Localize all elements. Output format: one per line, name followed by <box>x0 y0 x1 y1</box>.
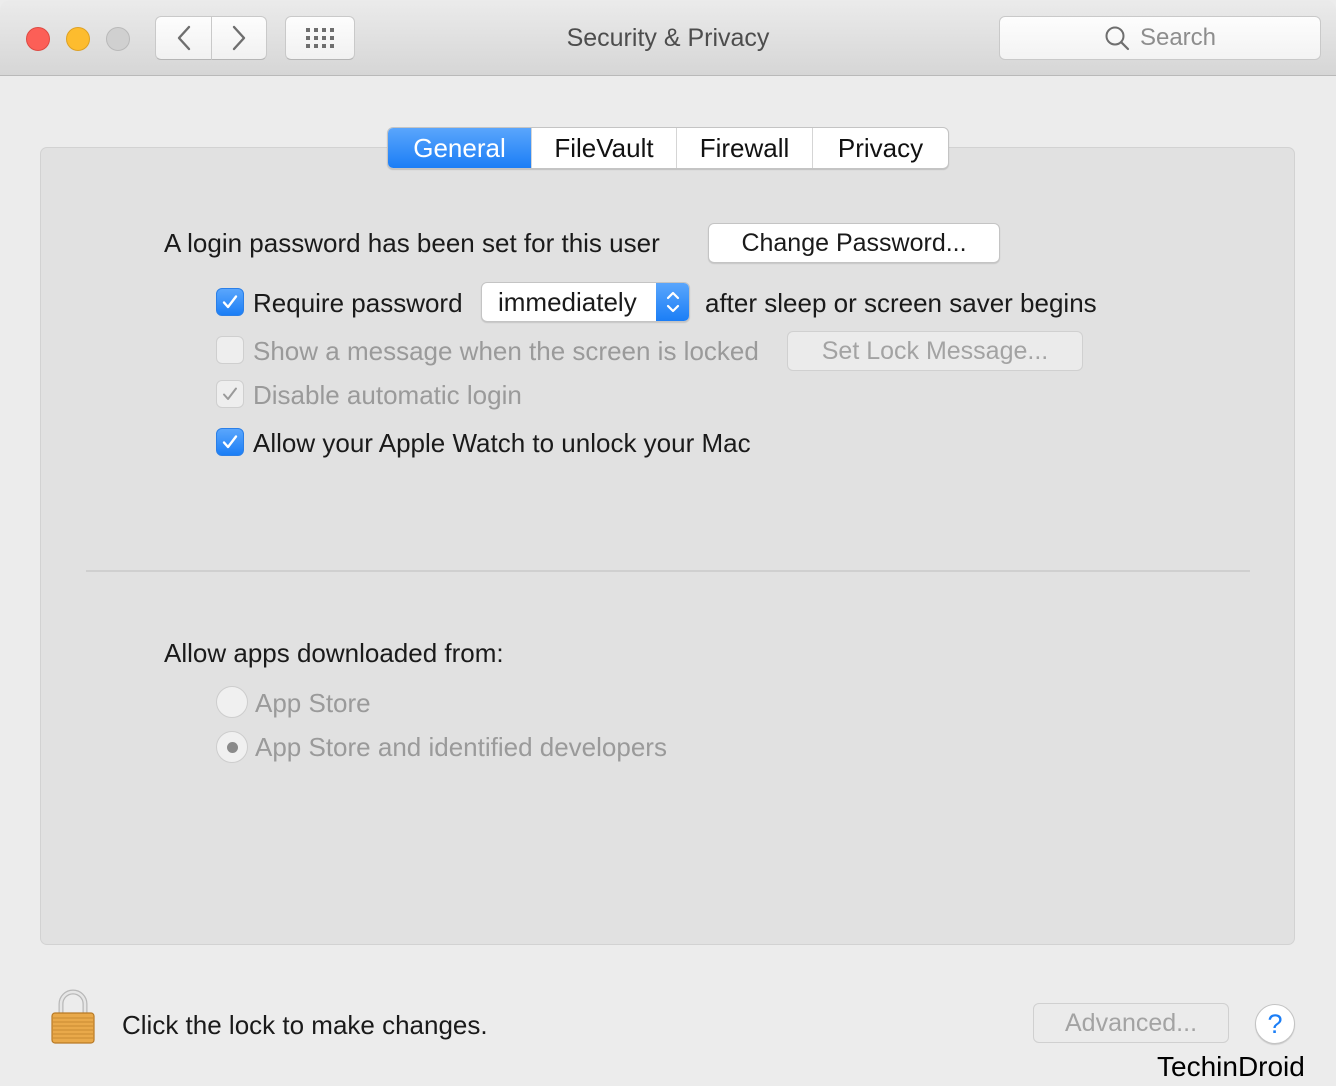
section-divider <box>86 570 1250 572</box>
require-password-label: Require password <box>253 288 463 318</box>
require-password-suffix: after sleep or screen saver begins <box>705 288 1097 318</box>
change-password-button[interactable]: Change Password... <box>708 223 1000 263</box>
lock-status-text: Click the lock to make changes. <box>122 1010 488 1040</box>
show-message-label: Show a message when the screen is locked <box>253 336 759 366</box>
apple-watch-unlock-checkbox[interactable] <box>216 428 244 456</box>
set-lock-message-button: Set Lock Message... <box>787 331 1083 371</box>
disable-auto-login-checkbox <box>216 380 244 408</box>
allow-apps-heading: Allow apps downloaded from: <box>164 638 504 668</box>
search-placeholder: Search <box>1139 24 1217 51</box>
apple-watch-unlock-label: Allow your Apple Watch to unlock your Ma… <box>253 428 751 458</box>
require-password-checkbox[interactable] <box>216 288 244 316</box>
selected-delay-value: immediately <box>498 287 637 317</box>
help-button[interactable]: ? <box>1255 1004 1295 1044</box>
show-message-checkbox <box>216 336 244 364</box>
security-privacy-window: Security & Privacy Search General FileVa… <box>0 0 1336 1086</box>
radio-app-store <box>216 686 248 718</box>
tab-bar: General FileVault Firewall Privacy <box>387 127 949 169</box>
tab-firewall[interactable]: Firewall <box>676 128 812 168</box>
up-down-arrows-icon <box>656 283 689 321</box>
title-bar: Security & Privacy Search <box>0 0 1336 76</box>
watermark: TechinDroid <box>1157 1051 1305 1082</box>
tab-content-panel <box>40 147 1295 945</box>
checkmark-icon <box>223 387 237 400</box>
search-icon <box>1105 26 1130 51</box>
tab-filevault[interactable]: FileVault <box>531 128 676 168</box>
checkmark-icon <box>222 435 238 449</box>
radio-app-store-label: App Store <box>255 688 371 718</box>
advanced-button: Advanced... <box>1033 1003 1229 1043</box>
checkmark-icon <box>222 295 238 309</box>
tab-general[interactable]: General <box>388 128 531 168</box>
radio-app-store-identified-developers <box>216 731 248 763</box>
radio-selected-dot <box>226 741 238 753</box>
radio-identified-developers-label: App Store and identified developers <box>255 732 667 762</box>
require-password-delay-select[interactable]: immediately <box>481 282 690 322</box>
lock-icon[interactable] <box>50 989 96 1050</box>
login-password-status: A login password has been set for this u… <box>164 228 660 258</box>
search-field[interactable]: Search <box>999 16 1321 60</box>
disable-auto-login-label: Disable automatic login <box>253 380 522 410</box>
tab-privacy[interactable]: Privacy <box>812 128 948 168</box>
